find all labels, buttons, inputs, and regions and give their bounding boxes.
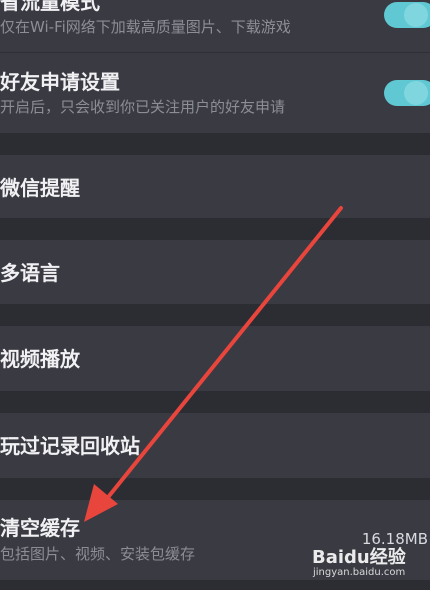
watermark-url: jingyan.baidu.com [313, 567, 406, 578]
section-gap [0, 304, 430, 326]
setting-row-friend-request[interactable]: 好友申请设置 开启后，只会收到你已关注用户的好友申请 [0, 53, 430, 133]
section-gap [0, 391, 430, 413]
setting-subtitle: 开启后，只会收到你已关注用户的好友申请 [0, 98, 286, 116]
section-gap [0, 478, 430, 500]
setting-title: 玩过记录回收站 [0, 434, 140, 458]
friend-request-toggle[interactable] [384, 80, 430, 106]
section-gap [0, 133, 430, 155]
toggle-knob [404, 81, 428, 105]
traffic-mode-toggle[interactable] [384, 2, 430, 28]
setting-title: 视频播放 [0, 347, 80, 371]
setting-subtitle: 仅在Wi-Fi网络下加载高质量图片、下载游戏 [0, 18, 291, 36]
setting-row-played-recycle[interactable]: 玩过记录回收站 [0, 413, 430, 478]
setting-title: 多语言 [0, 261, 60, 285]
setting-row-video-playback[interactable]: 视频播放 [0, 326, 430, 391]
setting-row-wechat-reminder[interactable]: 微信提醒 [0, 155, 430, 218]
setting-row-traffic-mode[interactable]: 省流量模式 仅在Wi-Fi网络下加载高质量图片、下载游戏 [0, 0, 430, 52]
setting-title: 清空缓存 [0, 516, 80, 540]
setting-subtitle: 包括图片、视频、安装包缓存 [0, 545, 196, 563]
setting-title: 省流量模式 [0, 0, 100, 14]
settings-screen: 省流量模式 仅在Wi-Fi网络下加载高质量图片、下载游戏 好友申请设置 开启后，… [0, 0, 430, 590]
toggle-knob [404, 3, 428, 27]
section-gap [0, 218, 430, 240]
setting-title: 好友申请设置 [0, 70, 120, 94]
setting-title: 微信提醒 [0, 176, 80, 200]
baidu-watermark: Baidu经验 jingyan.baidu.com [312, 543, 430, 587]
setting-row-language[interactable]: 多语言 [0, 240, 430, 304]
watermark-logo: Baidu经验 [312, 547, 406, 568]
